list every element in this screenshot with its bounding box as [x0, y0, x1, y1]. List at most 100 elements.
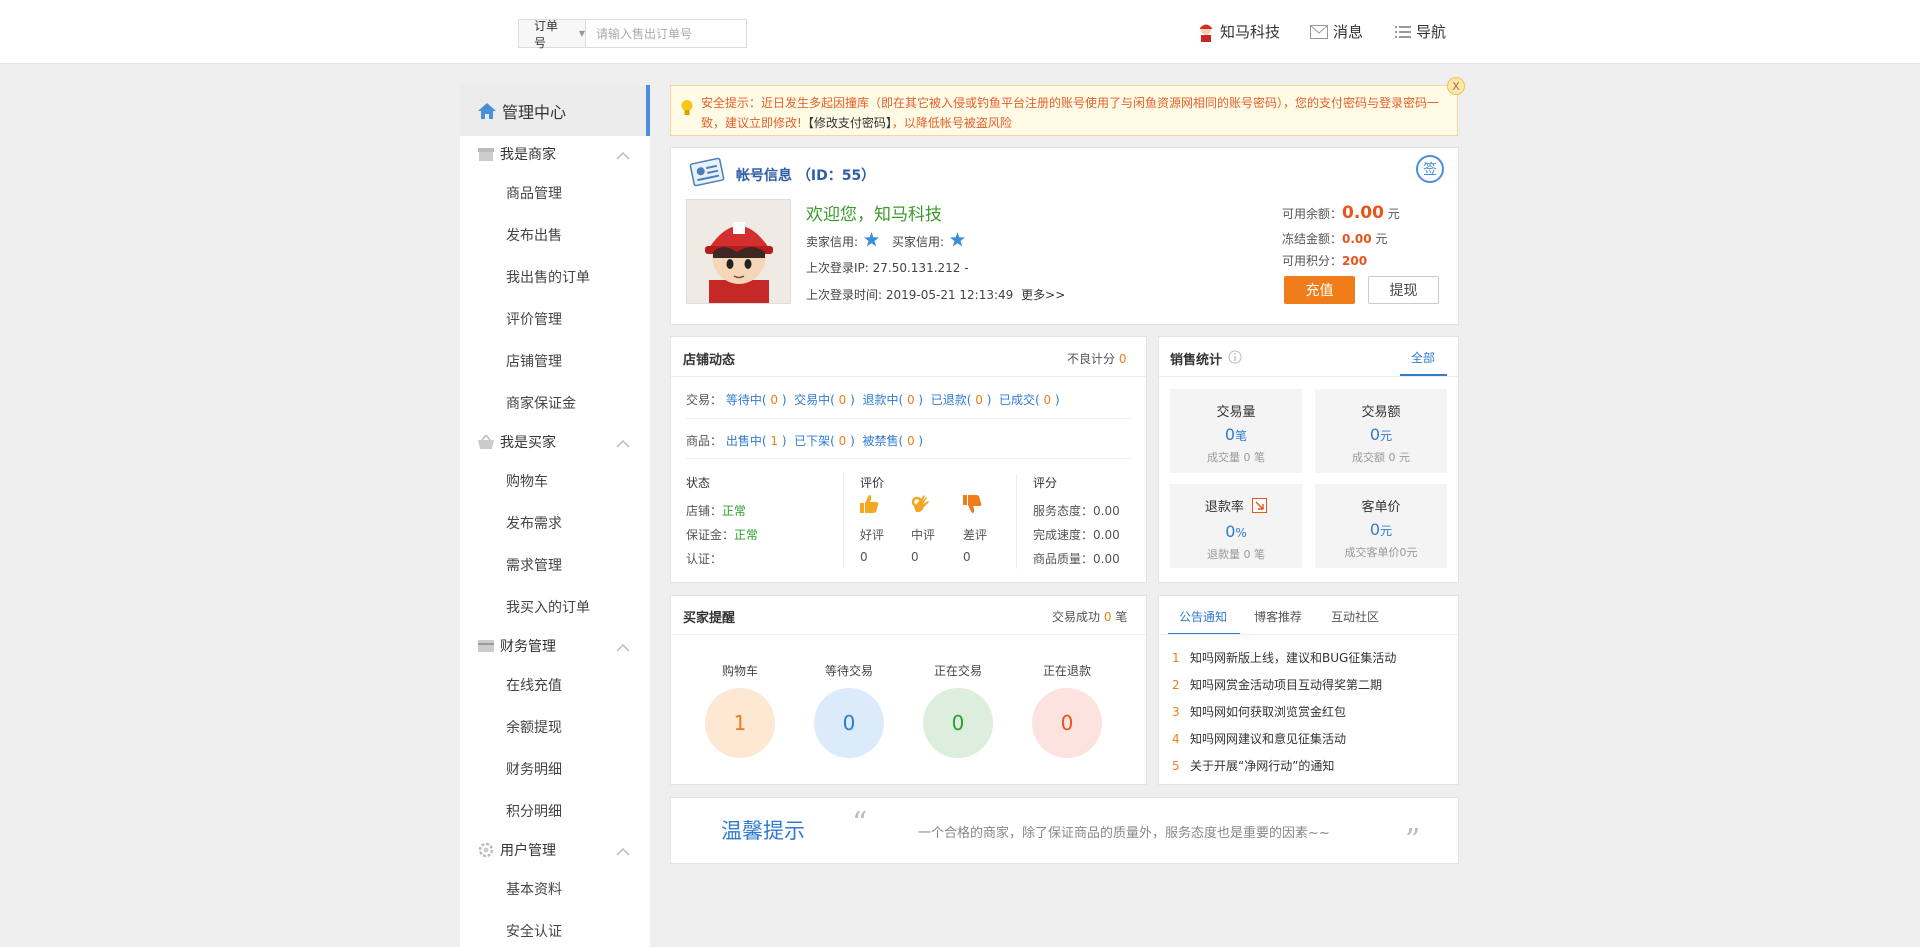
sidebar-item-finance-detail[interactable]: 财务明细 [460, 748, 650, 790]
points-row: 可用积分：200 [1282, 252, 1367, 269]
bad-score-value: 0 [1118, 352, 1127, 366]
sign-in-button[interactable]: 签 [1416, 155, 1444, 183]
sidebar-group-label: 我是买家 [500, 435, 556, 451]
bad-review-label: 差评 [963, 528, 988, 542]
divider [843, 474, 844, 569]
score-title: 评分 [1033, 476, 1058, 490]
points-label: 可用积分： [1282, 254, 1343, 268]
divider [671, 634, 1146, 635]
search-type-label: 订单号 [534, 18, 559, 50]
sidebar-group-buyer[interactable]: 我是买家 [460, 424, 650, 460]
balance-label: 可用余额： [1282, 207, 1343, 221]
frozen-label: 冻结金额： [1282, 232, 1343, 246]
sidebar-item-bought-orders[interactable]: 我买入的订单 [460, 586, 650, 628]
recharge-button[interactable]: 充值 [1284, 276, 1355, 304]
bulb-icon [680, 99, 694, 121]
sidebar-item-sold-orders[interactable]: 我出售的订单 [460, 256, 650, 298]
goods-off-shelf-link[interactable]: 已下架( 0 ) [794, 434, 855, 448]
alert-message-tail: ，以降低帐号被盗风险 [891, 116, 1012, 130]
waiting-trade-circle[interactable]: 0 [814, 688, 884, 758]
balance-row: 可用余额：0.00 元 [1282, 203, 1400, 223]
navigation-link[interactable]: 导航 [1395, 21, 1446, 42]
stat-avg-order: 客单价 0元 成交客单价0元 [1315, 484, 1447, 568]
trade-completed-link[interactable]: 已成交( 0 ) [999, 393, 1060, 407]
tab-blog[interactable]: 博客推荐 [1254, 608, 1302, 625]
chevron-up-icon[interactable] [616, 640, 630, 656]
alert-close-button[interactable]: X [1447, 77, 1465, 95]
notice-item[interactable]: 3 知吗网如何获取浏览赏金红包 [1172, 703, 1346, 720]
goods-on-sale-link[interactable]: 出售中( 1 ) [726, 434, 787, 448]
thumb-up-icon [858, 493, 880, 519]
sidebar-item-publish[interactable]: 发布出售 [460, 214, 650, 256]
stat-label: 退款率 [1170, 496, 1302, 517]
seller-credit-label: 卖家信用: [806, 234, 859, 249]
sidebar-item-label: 安全认证 [506, 924, 562, 940]
withdraw-button[interactable]: 提现 [1368, 276, 1439, 304]
sidebar-group-user[interactable]: 用户管理 [460, 832, 650, 868]
sidebar-item-label: 我买入的订单 [506, 600, 590, 616]
seller-credit: 卖家信用: [806, 232, 880, 250]
sidebar-item-post-demand[interactable]: 发布需求 [460, 502, 650, 544]
in-trade-circle[interactable]: 0 [923, 688, 993, 758]
sidebar-item-cart[interactable]: 购物车 [460, 460, 650, 502]
sidebar-group-finance[interactable]: 财务管理 [460, 628, 650, 664]
chevron-up-icon[interactable] [616, 844, 630, 860]
trade-waiting-link[interactable]: 等待中( 0 ) [726, 393, 787, 407]
sidebar-item-profile[interactable]: 基本资料 [460, 868, 650, 910]
balance-value: 0.00 [1342, 203, 1384, 223]
user-name: 知马科技 [1220, 23, 1281, 41]
stat-value: 0% [1225, 522, 1247, 541]
in-refund-label: 正在退款 [1042, 664, 1091, 678]
notice-item[interactable]: 4 知吗网网建议和意见征集活动 [1172, 730, 1346, 747]
more-link[interactable]: 更多>> [1021, 288, 1065, 302]
user-menu[interactable]: 知马科技 [1197, 21, 1280, 42]
notice-item[interactable]: 5 关于开展“净网行动”的通知 [1172, 757, 1334, 774]
messages-link[interactable]: 消息 [1310, 21, 1363, 42]
tab-announcements[interactable]: 公告通知 [1179, 608, 1227, 625]
sidebar-item-demand-manage[interactable]: 需求管理 [460, 544, 650, 586]
sales-stats-title: 销售统计 [1170, 353, 1223, 368]
goods-label: 商品： [686, 434, 723, 448]
caret-down-icon: ▼ [578, 29, 585, 38]
stat-sub: 成交量 0 笔 [1207, 451, 1265, 464]
notice-item[interactable]: 2 知吗网赏金活动项目互动得奖第二期 [1172, 676, 1382, 693]
sidebar-group-label: 财务管理 [500, 639, 556, 655]
chevron-up-icon[interactable] [616, 148, 630, 164]
trade-in-progress-link[interactable]: 交易中( 0 ) [794, 393, 855, 407]
trade-refunding-link[interactable]: 退款中( 0 ) [862, 393, 923, 407]
sidebar-item-security[interactable]: 安全认证 [460, 910, 650, 947]
change-pay-password-link[interactable]: 【修改支付密码】 [802, 116, 892, 130]
bad-review-count: 0 [963, 550, 971, 564]
sidebar-header[interactable]: 管理中心 [460, 85, 650, 136]
chevron-up-icon[interactable] [616, 436, 630, 452]
sidebar-item-label: 购物车 [506, 474, 548, 490]
quality-score: 商品质量：0.00 [1033, 552, 1120, 566]
cart-count-circle[interactable]: 1 [705, 688, 775, 758]
sidebar-group-seller[interactable]: 我是商家 [460, 136, 650, 172]
goods-banned-link[interactable]: 被禁售( 0 ) [862, 434, 923, 448]
trade-refunded-link[interactable]: 已退款( 0 ) [931, 393, 992, 407]
sidebar-item-reviews[interactable]: 评价管理 [460, 298, 650, 340]
sidebar-item-points-detail[interactable]: 积分明细 [460, 790, 650, 832]
tab-all[interactable]: 全部 [1411, 349, 1435, 366]
search-type-select[interactable]: 订单号 ▼ [519, 19, 586, 50]
sidebar-group-label: 我是商家 [500, 147, 556, 163]
notice-item[interactable]: 1 知吗网新版上线，建议和BUG征集活动 [1172, 649, 1396, 666]
sidebar-item-deposit[interactable]: 商家保证金 [460, 382, 650, 424]
info-icon[interactable] [1228, 350, 1242, 368]
sidebar-item-shop[interactable]: 店铺管理 [460, 340, 650, 382]
sidebar-item-recharge[interactable]: 在线充值 [460, 664, 650, 706]
success-count: 交易成功 0 笔 [1052, 608, 1127, 625]
success-unit: 笔 [1115, 610, 1128, 624]
search-input[interactable] [586, 20, 746, 47]
star-icon [950, 232, 966, 250]
in-refund-circle[interactable]: 0 [1032, 688, 1102, 758]
sidebar-item-goods[interactable]: 商品管理 [460, 172, 650, 214]
avatar[interactable] [686, 199, 791, 304]
tab-community[interactable]: 互动社区 [1331, 608, 1379, 625]
account-title: 帐号信息 （ID：55） [736, 168, 876, 184]
divider [686, 458, 1131, 459]
sidebar-item-withdraw[interactable]: 余额提现 [460, 706, 650, 748]
stat-trade-count: 交易量 0笔 成交量 0 笔 [1170, 389, 1302, 473]
sidebar-header-label: 管理中心 [502, 102, 567, 122]
